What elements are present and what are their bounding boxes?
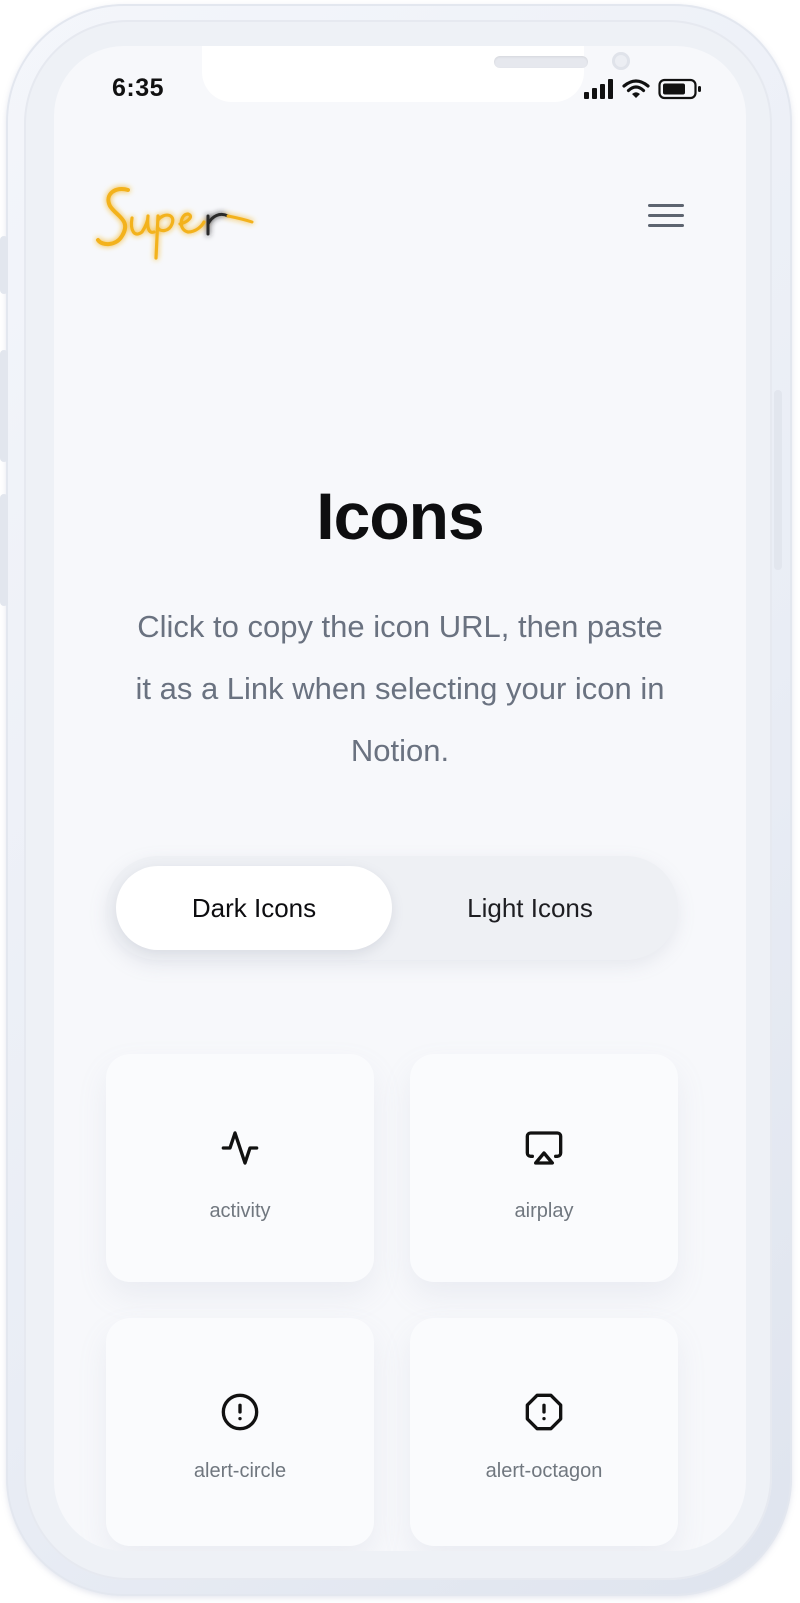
icon-card-activity[interactable]: activity [106,1054,374,1282]
icon-card-label: alert-octagon [485,1460,603,1482]
mute-switch [0,236,8,294]
icon-card-label: activity [209,1200,271,1222]
battery-icon [658,78,701,100]
status-icons [584,78,702,100]
status-time: 6:35 [112,74,165,102]
screen: 6:35 Icons Click to copy the icon URL, t… [54,46,746,1551]
icon-theme-toggle: Dark Icons Light Icons [106,856,678,960]
icon-card-label: airplay [514,1200,574,1222]
volume-up-button [0,350,8,462]
hamburger-menu-icon[interactable] [648,204,684,234]
icon-card-alert-circle[interactable]: alert-circle [106,1318,374,1546]
page-description: Click to copy the icon URL, then paste i… [135,609,665,768]
cellular-signal-icon [584,79,613,99]
icon-card-label: alert-circle [193,1460,287,1482]
notch [202,46,630,102]
activity-icon [221,1131,259,1165]
icon-card-airplay[interactable]: airplay [410,1054,678,1282]
page-title: Icons [316,479,484,553]
dark-icons-tab[interactable]: Dark Icons [116,866,392,950]
wifi-icon [622,79,650,98]
alert-octagon-icon [525,1393,563,1431]
alert-circle-icon [221,1393,259,1431]
volume-down-button [0,494,8,606]
power-button [774,390,782,570]
airplay-icon [525,1131,563,1165]
super-logo[interactable] [92,176,262,266]
light-icons-tab[interactable]: Light Icons [392,866,668,950]
front-camera [612,52,630,70]
icon-card-alert-octagon[interactable]: alert-octagon [410,1318,678,1546]
speaker-grille [494,56,588,68]
